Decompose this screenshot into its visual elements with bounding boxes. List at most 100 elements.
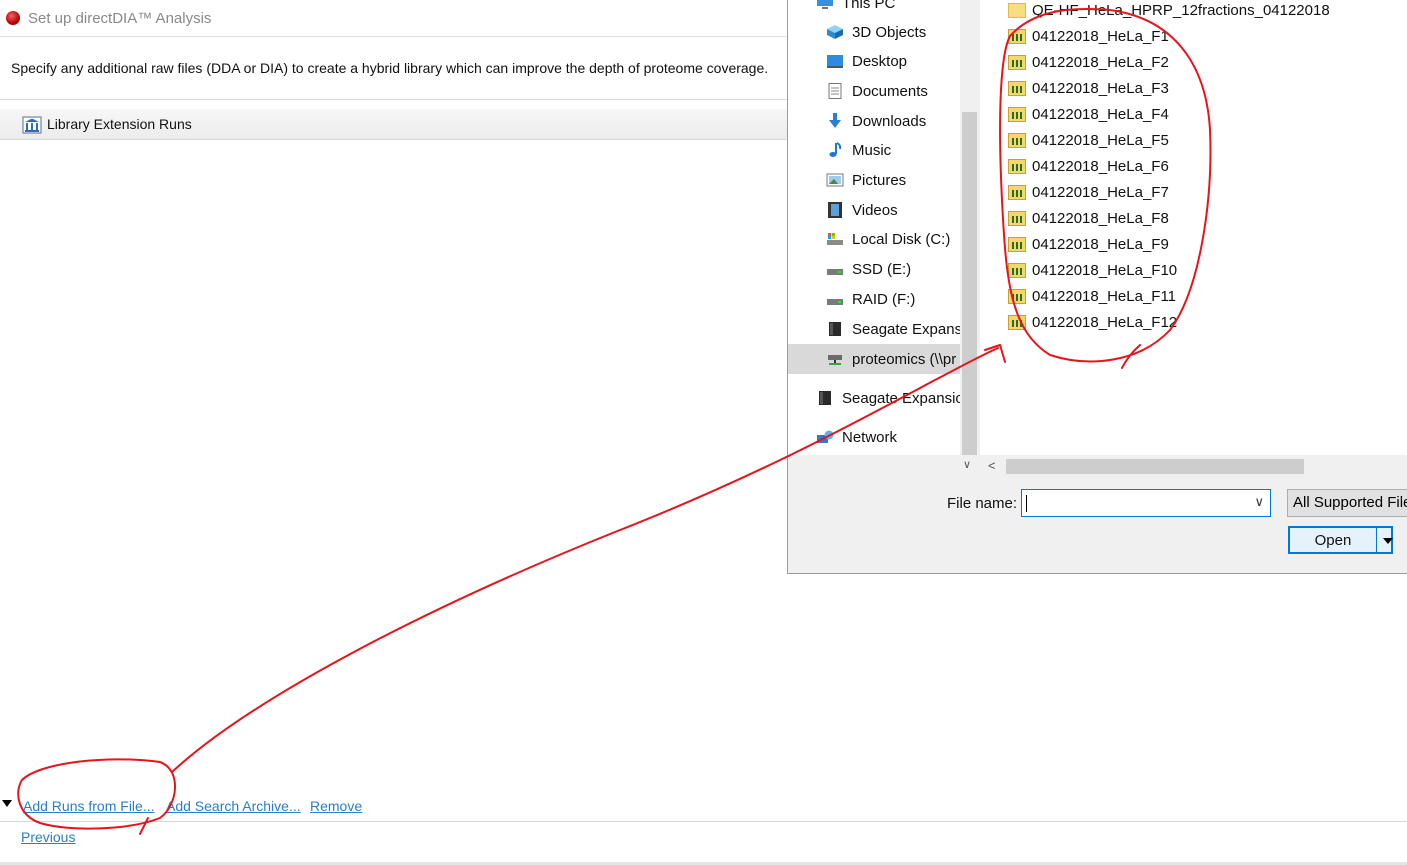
file-list-horizontal-scrollbar[interactable]: < — [980, 457, 1407, 476]
chevron-down-icon[interactable]: ∨ — [1254, 494, 1264, 510]
raw-file-folder-icon — [1008, 288, 1026, 304]
file-item[interactable]: 04122018_HeLa_F7 — [1008, 180, 1169, 204]
dropdown-arrow-icon[interactable] — [2, 800, 12, 807]
raw-file-folder-icon — [1008, 80, 1026, 96]
nav-item-label: SSD (E:) — [852, 260, 912, 278]
nav-item-local-disk-c[interactable]: Local Disk (C:) — [826, 226, 950, 252]
nav-item-label: Videos — [852, 201, 898, 219]
nav-item-videos[interactable]: Videos — [826, 197, 898, 223]
file-item[interactable]: QE-HF_HeLa_HPRP_12fractions_04122018 — [1008, 0, 1330, 22]
file-item[interactable]: 04122018_HeLa_F4 — [1008, 102, 1169, 126]
file-item[interactable]: 04122018_HeLa_F1 — [1008, 24, 1169, 48]
scrollbar-thumb[interactable] — [962, 112, 977, 455]
scrollbar-thumb[interactable] — [1006, 459, 1304, 474]
file-item[interactable]: 04122018_HeLa_F12 — [1008, 310, 1177, 334]
file-item[interactable]: 04122018_HeLa_F10 — [1008, 258, 1177, 282]
divider — [0, 821, 1407, 822]
file-type-filter[interactable]: All Supported Files — [1287, 489, 1407, 517]
raw-file-folder-icon — [1008, 106, 1026, 122]
nav-item-seagate-expansion[interactable]: Seagate Expansio — [826, 316, 960, 342]
nav-item-documents[interactable]: Documents — [826, 78, 928, 104]
file-item-label: 04122018_HeLa_F4 — [1032, 105, 1169, 123]
nav-item-label: 3D Objects — [852, 23, 927, 41]
previous-link[interactable]: Previous — [21, 829, 75, 845]
nav-item-label: This PC — [842, 0, 896, 12]
text-caret — [1026, 495, 1027, 512]
scroll-left-icon[interactable]: < — [988, 458, 996, 473]
nav-item-network[interactable]: Network — [816, 424, 897, 450]
file-name-input[interactable]: ∨ — [1021, 489, 1271, 517]
file-item[interactable]: 04122018_HeLa_F6 — [1008, 154, 1169, 178]
wizard-title: Set up directDIA™ Analysis — [28, 9, 212, 27]
videos-icon — [828, 202, 842, 218]
raw-file-folder-icon — [1008, 132, 1026, 148]
file-item-label: 04122018_HeLa_F8 — [1032, 209, 1169, 227]
pc-icon — [817, 0, 833, 9]
file-item-label: 04122018_HeLa_F1 — [1032, 27, 1169, 45]
library-extension-runs-label: Library Extension Runs — [47, 116, 192, 132]
raw-file-folder-icon — [1008, 54, 1026, 70]
nav-item-label: proteomics (\\pr — [852, 350, 957, 368]
nav-item-label: Documents — [852, 82, 928, 100]
wizard-title-bar: Set up directDIA™ Analysis — [0, 0, 790, 36]
nav-item-label: Seagate Expansion — [842, 389, 960, 407]
file-item[interactable]: 04122018_HeLa_F2 — [1008, 50, 1169, 74]
divider — [1376, 528, 1377, 552]
file-item-label: 04122018_HeLa_F9 — [1032, 235, 1169, 253]
file-item-label: 04122018_HeLa_F2 — [1032, 53, 1169, 71]
drive-icon — [827, 299, 843, 305]
raw-file-folder-icon — [1008, 236, 1026, 252]
file-item[interactable]: 04122018_HeLa_F5 — [1008, 128, 1169, 152]
app-icon — [6, 11, 20, 25]
file-name-label: File name: — [947, 495, 1018, 512]
file-item-label: 04122018_HeLa_F12 — [1032, 313, 1178, 331]
raw-file-folder-icon — [1008, 158, 1026, 174]
downloads-icon — [829, 113, 841, 128]
documents-icon — [828, 83, 842, 99]
raw-file-folder-icon — [1008, 314, 1026, 330]
file-item[interactable]: 04122018_HeLa_F9 — [1008, 232, 1169, 256]
nav-item-label: Seagate Expansio — [852, 320, 960, 338]
drive-icon — [827, 269, 843, 275]
remove-link[interactable]: Remove — [310, 798, 362, 814]
divider — [0, 36, 790, 37]
local-disk-icon — [827, 233, 843, 245]
nav-item-this-pc[interactable]: This PC — [816, 0, 895, 16]
nav-item-raid-f[interactable]: RAID (F:) — [826, 286, 915, 312]
file-item[interactable]: 04122018_HeLa_F11 — [1008, 284, 1176, 308]
library-icon — [22, 116, 42, 134]
library-extension-runs-header: Library Extension Runs — [0, 109, 790, 140]
nav-item-proteomics-share[interactable]: proteomics (\\pr — [826, 346, 960, 372]
nav-item-label: Downloads — [852, 112, 927, 130]
scroll-down-icon[interactable]: ∨ — [963, 458, 971, 471]
external-drive-icon — [819, 391, 831, 405]
desktop-icon — [827, 55, 843, 68]
dropdown-arrow-icon[interactable] — [1383, 538, 1393, 544]
network-drive-icon — [828, 355, 842, 365]
nav-item-label: RAID (F:) — [852, 290, 916, 308]
open-button[interactable]: Open — [1288, 526, 1393, 554]
file-item-label: 04122018_HeLa_F6 — [1032, 157, 1169, 175]
nav-item-label: Pictures — [852, 171, 907, 189]
file-item[interactable]: 04122018_HeLa_F3 — [1008, 76, 1169, 100]
nav-item-ssd-e[interactable]: SSD (E:) — [826, 256, 911, 282]
nav-item-downloads[interactable]: Downloads — [826, 108, 926, 134]
add-runs-from-file-link[interactable]: Add Runs from File... — [23, 798, 155, 814]
external-drive-icon — [829, 322, 841, 336]
nav-item-desktop[interactable]: Desktop — [826, 48, 907, 74]
file-item[interactable]: 04122018_HeLa_F8 — [1008, 206, 1169, 230]
nav-pane-scrollbar[interactable]: ∨ — [960, 0, 978, 471]
nav-item-pictures[interactable]: Pictures — [826, 167, 906, 193]
raw-file-folder-icon — [1008, 210, 1026, 226]
nav-item-seagate-expansion-2[interactable]: Seagate Expansion — [816, 385, 960, 411]
divider — [0, 99, 790, 100]
raw-file-folder-icon — [1008, 262, 1026, 278]
file-item-label: 04122018_HeLa_F3 — [1032, 79, 1169, 97]
file-item-label: 04122018_HeLa_F10 — [1032, 261, 1178, 279]
nav-item-music[interactable]: Music — [826, 137, 891, 163]
3d-objects-icon — [827, 25, 843, 39]
nav-item-label: Music — [852, 141, 892, 159]
file-item-label: 04122018_HeLa_F7 — [1032, 183, 1169, 201]
nav-item-3d-objects[interactable]: 3D Objects — [826, 19, 926, 45]
add-search-archive-link[interactable]: Add Search Archive... — [166, 798, 301, 814]
